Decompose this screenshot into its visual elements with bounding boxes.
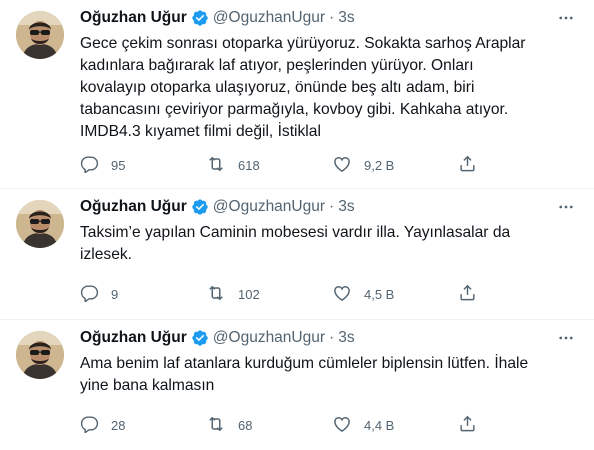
reply-count: 9 xyxy=(111,286,119,302)
retweet-button[interactable]: 68 xyxy=(206,414,332,437)
tweet[interactable]: Oğuzhan Uğur @OguzhanUgur · 3s Gece çeki… xyxy=(0,0,594,189)
share-button[interactable] xyxy=(458,283,498,305)
reply-count: 95 xyxy=(111,157,126,173)
tweet-text: Ama benim laf atanlara kurduğum cümleler… xyxy=(80,355,533,394)
verified-badge-icon xyxy=(191,329,209,347)
heart-icon xyxy=(332,414,352,437)
share-icon xyxy=(458,414,477,436)
tweet-actions: 9 102 4,5 B xyxy=(80,284,500,304)
tweet[interactable]: Oğuzhan Uğur @OguzhanUgur · 3s Taksim’e … xyxy=(0,189,594,320)
share-button[interactable] xyxy=(458,414,498,436)
user-handle[interactable]: @OguzhanUgur xyxy=(213,197,325,217)
separator-dot: · xyxy=(329,329,335,346)
verified-badge-icon xyxy=(191,198,209,216)
tweet-actions: 95 618 9,2 B xyxy=(80,155,500,175)
share-icon xyxy=(458,154,477,176)
tweet-text: Gece çekim sonrası otoparka yürüyoruz. S… xyxy=(80,35,530,140)
like-count: 4,5 B xyxy=(364,286,395,302)
heart-icon xyxy=(332,154,352,177)
like-button[interactable]: 9,2 B xyxy=(332,154,458,177)
retweet-button[interactable]: 618 xyxy=(206,154,332,177)
display-name[interactable]: Oğuzhan Uğur xyxy=(80,197,187,217)
more-dots-icon[interactable] xyxy=(556,197,576,217)
timestamp[interactable]: 3s xyxy=(338,328,354,348)
like-count: 4,4 B xyxy=(364,417,395,433)
timestamp[interactable]: 3s xyxy=(338,197,354,217)
tweet[interactable]: Oğuzhan Uğur @OguzhanUgur · 3s Ama benim… xyxy=(0,320,594,450)
tweet-header: Oğuzhan Uğur @OguzhanUgur · 3s xyxy=(80,328,578,348)
user-handle[interactable]: @OguzhanUgur xyxy=(213,8,325,28)
avatar[interactable] xyxy=(16,11,64,59)
more-dots-icon[interactable] xyxy=(556,328,576,348)
like-button[interactable]: 4,4 B xyxy=(332,414,458,437)
tweet-header: Oğuzhan Uğur @OguzhanUgur · 3s xyxy=(80,197,578,217)
separator-dot: · xyxy=(329,198,335,215)
reply-button[interactable]: 95 xyxy=(80,154,206,176)
tweet-thread: Oğuzhan Uğur @OguzhanUgur · 3s Gece çeki… xyxy=(0,0,594,450)
retweet-icon xyxy=(206,154,226,177)
reply-icon xyxy=(80,154,99,176)
like-button[interactable]: 4,5 B xyxy=(332,283,458,306)
display-name[interactable]: Oğuzhan Uğur xyxy=(80,328,187,348)
more-dots-icon[interactable] xyxy=(556,8,576,28)
retweet-icon xyxy=(206,414,226,437)
tweet-body: Oğuzhan Uğur @OguzhanUgur · 3s Taksim’e … xyxy=(80,197,578,266)
share-button[interactable] xyxy=(458,154,498,176)
timestamp[interactable]: 3s xyxy=(338,8,354,28)
display-name[interactable]: Oğuzhan Uğur xyxy=(80,8,187,28)
user-handle[interactable]: @OguzhanUgur xyxy=(213,328,325,348)
retweet-button[interactable]: 102 xyxy=(206,283,332,306)
tweet-header: Oğuzhan Uğur @OguzhanUgur · 3s xyxy=(80,8,578,28)
tweet-body: Oğuzhan Uğur @OguzhanUgur · 3s Ama benim… xyxy=(80,328,578,397)
reply-button[interactable]: 28 xyxy=(80,414,206,436)
retweet-count: 618 xyxy=(238,157,260,173)
retweet-count: 68 xyxy=(238,417,253,433)
avatar[interactable] xyxy=(16,200,64,248)
tweet-actions: 28 68 4,4 B xyxy=(80,415,500,435)
reply-button[interactable]: 9 xyxy=(80,283,206,305)
retweet-count: 102 xyxy=(238,286,260,302)
tweet-body: Oğuzhan Uğur @OguzhanUgur · 3s Gece çeki… xyxy=(80,8,578,143)
separator-dot: · xyxy=(329,9,335,26)
heart-icon xyxy=(332,283,352,306)
reply-icon xyxy=(80,283,99,305)
verified-badge-icon xyxy=(191,9,209,27)
retweet-icon xyxy=(206,283,226,306)
tweet-text: Taksim’e yapılan Caminin mobesesi vardır… xyxy=(80,224,515,263)
avatar[interactable] xyxy=(16,331,64,379)
share-icon xyxy=(458,283,477,305)
reply-count: 28 xyxy=(111,417,126,433)
reply-icon xyxy=(80,414,99,436)
like-count: 9,2 B xyxy=(364,157,395,173)
